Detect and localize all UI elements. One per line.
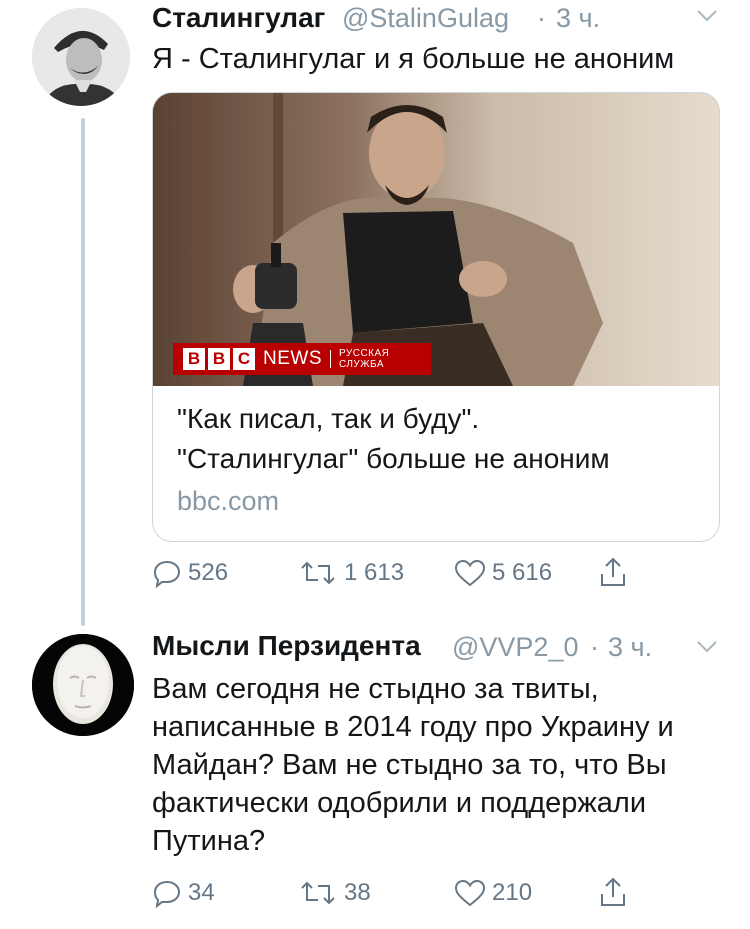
- reply-icon: [153, 560, 181, 588]
- card-title[interactable]: "Как писал, так и буду". "Сталингулаг" б…: [177, 399, 610, 479]
- tweet-text: Я - Сталингулаг и я больше не аноним: [152, 43, 675, 75]
- retweet-icon: [301, 881, 335, 905]
- like-count: 210: [492, 879, 533, 906]
- tweet-time[interactable]: 3 ч.: [556, 3, 600, 34]
- bbc-news-label: NEWS: [263, 348, 322, 369]
- bbc-news-logo: B B C NEWS РУССКАЯ СЛУЖБА: [173, 343, 431, 375]
- reply-button[interactable]: 526: [152, 558, 228, 588]
- link-card[interactable]: B B C NEWS РУССКАЯ СЛУЖБА "Как писал, та…: [152, 92, 720, 542]
- tweet-text-line: фактически одобрили и поддержали: [152, 787, 647, 819]
- tweet-time[interactable]: 3 ч.: [608, 632, 652, 663]
- like-count: 5 616: [492, 559, 553, 586]
- card-title-line: "Сталингулаг" больше не аноним: [177, 443, 610, 474]
- retweet-count: 1 613: [344, 559, 405, 586]
- author-handle[interactable]: @VVP2_0: [452, 632, 578, 663]
- reply-count: 526: [188, 559, 229, 586]
- retweet-icon: [301, 561, 335, 585]
- tweet-text: Вам сегодня не стыдно за твиты, написанн…: [152, 670, 674, 860]
- bbc-letter: B: [208, 348, 230, 370]
- avatar-portrait: [32, 634, 134, 736]
- share-button[interactable]: [598, 556, 634, 588]
- like-icon: [454, 879, 486, 907]
- avatar[interactable]: [32, 634, 134, 736]
- tweet-text-line: Путина?: [152, 825, 266, 857]
- author-name[interactable]: Сталингулаг: [152, 2, 325, 34]
- card-image: B B C NEWS РУССКАЯ СЛУЖБА: [153, 93, 719, 386]
- retweet-button[interactable]: 38: [298, 878, 371, 908]
- bbc-letter: C: [233, 348, 255, 370]
- share-icon: [601, 557, 625, 586]
- meta-separator: ·: [537, 3, 546, 33]
- reply-icon: [153, 880, 181, 908]
- retweet-count: 38: [344, 879, 371, 906]
- chevron-down-icon[interactable]: [696, 9, 718, 28]
- author-handle[interactable]: @StalinGulag: [342, 3, 509, 34]
- retweet-button[interactable]: 1 613: [298, 558, 404, 588]
- chevron-down-icon[interactable]: [696, 640, 718, 659]
- like-button[interactable]: 210: [454, 878, 532, 908]
- bbc-service-label: РУССКАЯ СЛУЖБА: [338, 348, 390, 370]
- like-button[interactable]: 5 616: [454, 558, 552, 588]
- tweet-text-line: Вам сегодня не стыдно за твиты,: [152, 673, 599, 705]
- reply-button[interactable]: 34: [152, 878, 215, 908]
- like-icon: [454, 559, 486, 587]
- bbc-divider: [330, 350, 331, 368]
- meta-separator: ·: [590, 632, 599, 662]
- tweet-text-line: написанные в 2014 году про Украину и: [152, 711, 674, 743]
- share-button[interactable]: [598, 876, 634, 908]
- bbc-letter: B: [183, 348, 205, 370]
- card-title-line: "Как писал, так и буду".: [177, 403, 480, 434]
- reply-count: 34: [188, 879, 215, 906]
- share-icon: [601, 877, 625, 906]
- tweet-text-line: Майдан? Вам не стыдно за то, что Вы: [152, 749, 667, 781]
- avatar[interactable]: [32, 8, 130, 106]
- thread-line: [81, 118, 85, 626]
- avatar-portrait: [32, 8, 130, 106]
- author-name[interactable]: Мысли Перзидента: [152, 630, 421, 662]
- card-domain: bbc.com: [177, 486, 280, 516]
